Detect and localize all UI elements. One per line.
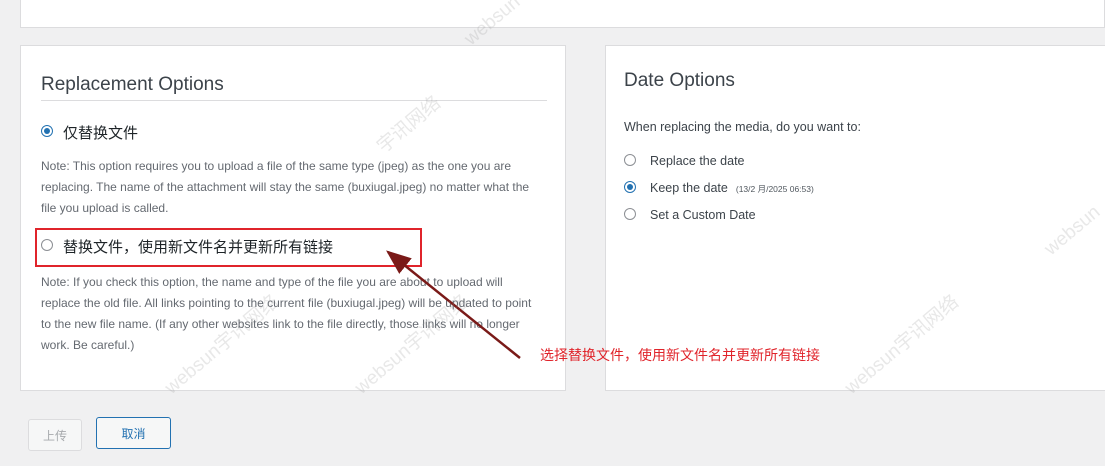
keep-date-text: Keep the date [650,181,728,195]
replace-file-only-radio[interactable] [41,125,53,137]
replace-date-radio[interactable] [624,154,636,166]
replace-and-rename-radio[interactable] [41,239,53,251]
date-options-title: Date Options [624,70,735,91]
custom-date-radio[interactable] [624,208,636,220]
replace-and-rename-note: Note: If you check this option, the name… [41,275,532,352]
replace-file-only-label[interactable]: 仅替换文件 [63,122,138,143]
upload-button[interactable]: 上传 [28,419,82,451]
keep-date-label[interactable]: Keep the date (13/2 月/2025 06:53) [650,181,814,195]
title-divider [41,100,547,101]
cancel-button[interactable]: 取消 [96,417,171,449]
keep-date-radio[interactable] [624,181,636,193]
top-panel [20,0,1105,28]
replace-and-rename-label[interactable]: 替换文件，使用新文件名并更新所有链接 [63,236,333,257]
replacement-options-title: Replacement Options [41,74,224,95]
annotation-text: 选择替换文件，使用新文件名并更新所有链接 [540,347,820,363]
date-options-panel: Date Options When replacing the media, d… [605,45,1105,391]
replace-date-label[interactable]: Replace the date [650,154,745,168]
custom-date-label[interactable]: Set a Custom Date [650,208,756,222]
date-question: When replacing the media, do you want to… [624,120,861,134]
keep-date-stamp: (13/2 月/2025 06:53) [735,184,814,194]
replace-file-only-note: Note: This option requires you to upload… [41,159,530,215]
replacement-options-panel: Replacement Options 仅替换文件 Note: This opt… [20,45,566,391]
